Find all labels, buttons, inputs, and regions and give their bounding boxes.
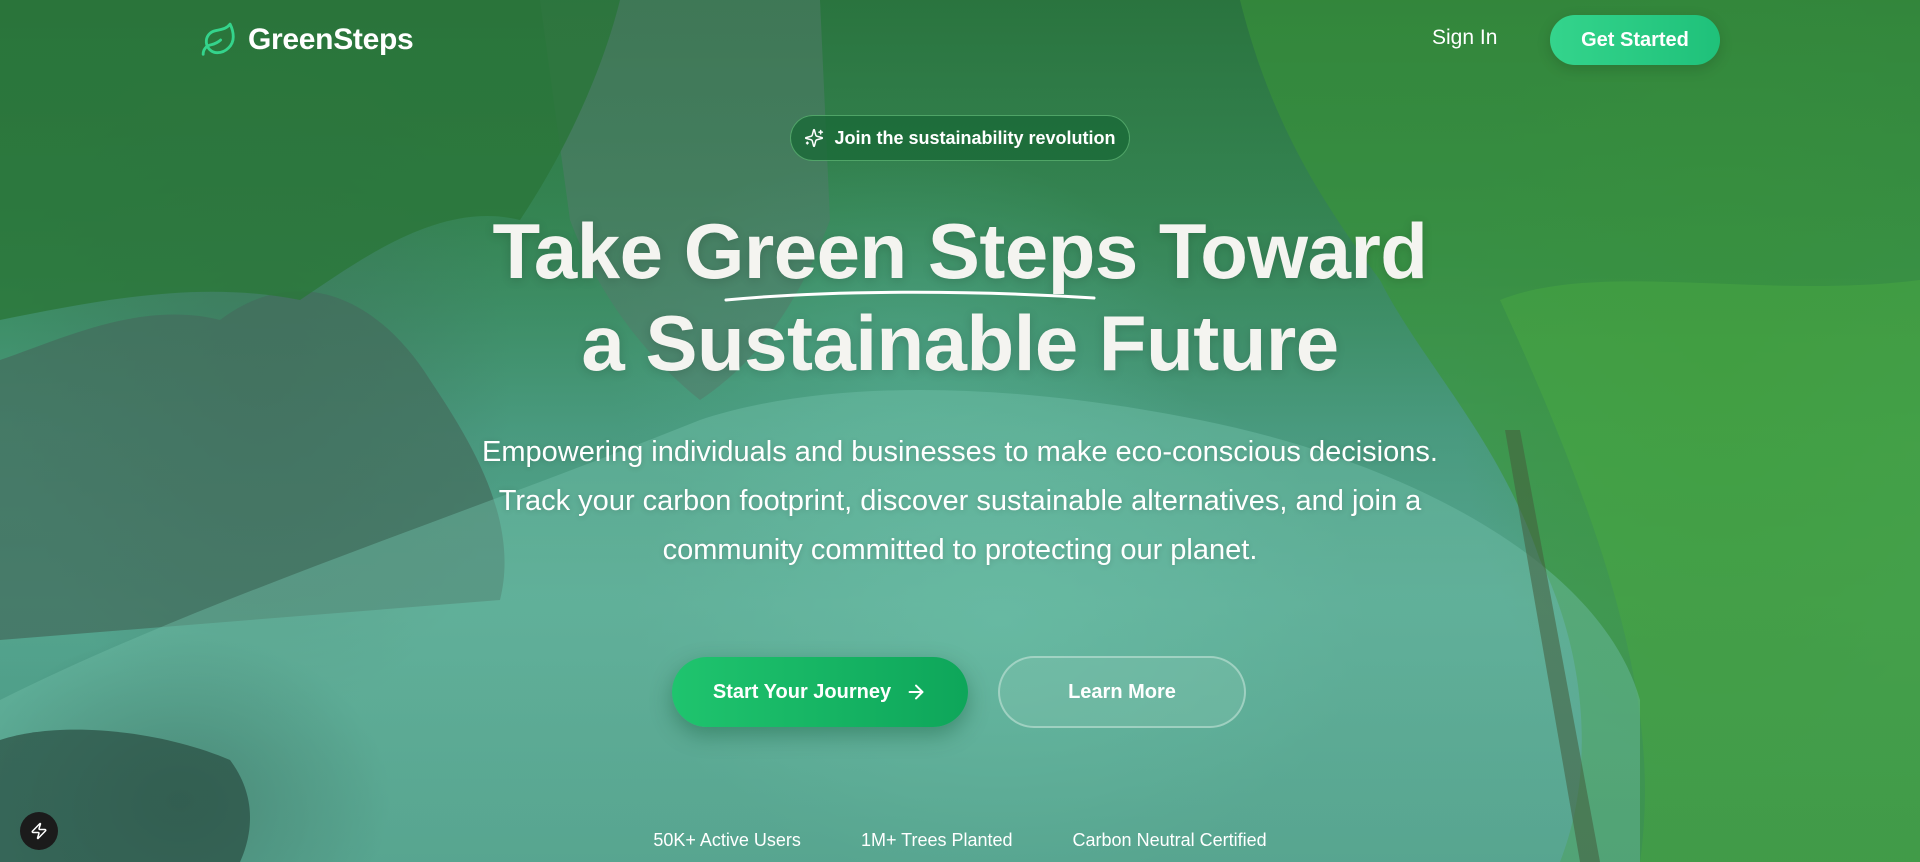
badge-text: Join the sustainability revolution bbox=[834, 127, 1116, 148]
start-journey-button[interactable]: Start Your Journey bbox=[672, 657, 968, 727]
brand-name: GreenSteps bbox=[248, 23, 414, 56]
headline-line-2: a Sustainable Future bbox=[581, 299, 1339, 387]
leaf-icon bbox=[201, 22, 235, 56]
stat-carbon-neutral: Carbon Neutral Certified bbox=[1072, 830, 1267, 850]
description-line-3: community committed to protecting our pl… bbox=[662, 534, 1258, 566]
floating-bolt-button[interactable] bbox=[20, 812, 58, 850]
brand-logo[interactable]: GreenSteps bbox=[200, 20, 414, 60]
learn-more-button[interactable]: Learn More bbox=[998, 656, 1246, 728]
arrow-right-icon bbox=[908, 684, 924, 700]
get-started-button[interactable]: Get Started bbox=[1550, 15, 1720, 65]
sign-in-link[interactable]: Sign In bbox=[1432, 26, 1497, 50]
headline-line-1: Take Green Steps Toward bbox=[492, 207, 1428, 295]
sparkles-icon bbox=[805, 128, 824, 148]
description-line-2: Track your carbon footprint, discover su… bbox=[498, 485, 1422, 517]
stat-trees-planted: 1M+ Trees Planted bbox=[860, 830, 1013, 850]
lightning-bolt-icon bbox=[31, 822, 47, 840]
stats-bar: 50K+ Active Users 1M+ Trees Planted Carb… bbox=[0, 830, 1920, 851]
description-line-1: Empowering individuals and businesses to… bbox=[482, 436, 1438, 468]
start-journey-label: Start Your Journey bbox=[712, 680, 892, 703]
top-navigation: GreenSteps Sign In Get Started bbox=[0, 0, 1920, 80]
hero-description: Empowering individuals and businesses to… bbox=[410, 428, 1510, 575]
stat-active-users: 50K+ Active Users bbox=[653, 830, 801, 850]
headline-underline-swash bbox=[724, 290, 1096, 302]
announcement-badge: Join the sustainability revolution bbox=[790, 115, 1130, 161]
hero-section: GreenSteps Sign In Get Started Join the … bbox=[0, 0, 1920, 862]
